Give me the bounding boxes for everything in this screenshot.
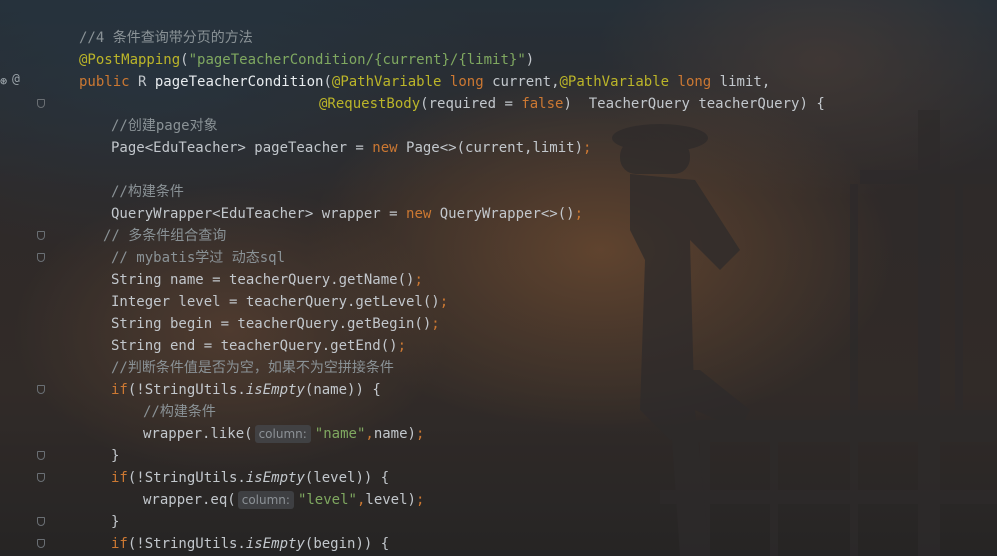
code-line[interactable]: String begin = teacherQuery.getBegin();: [111, 313, 440, 335]
code-line[interactable]: @PostMapping("pageTeacherCondition/{curr…: [79, 49, 534, 71]
code-token: name): [373, 426, 416, 442]
parameter-hint: column:: [254, 425, 311, 443]
code-line[interactable]: }: [111, 445, 119, 467]
code-token: @PathVariable: [559, 74, 678, 90]
code-token: (: [180, 52, 189, 68]
code-token: @PostMapping: [79, 52, 181, 68]
code-line[interactable]: QueryWrapper<EduTeacher> wrapper = new Q…: [111, 203, 583, 225]
code-token: (required =: [420, 96, 522, 112]
code-token: ,: [365, 426, 374, 442]
code-token: if: [111, 536, 128, 552]
code-line[interactable]: //4 条件查询带分页的方法: [79, 27, 253, 49]
code-token: //构建条件: [111, 184, 184, 200]
code-token: "name": [314, 426, 366, 442]
code-token: ) TeacherQuery teacherQuery) {: [563, 96, 825, 112]
code-token: new: [406, 206, 440, 222]
code-token: if: [111, 382, 128, 398]
code-token: level): [365, 492, 416, 508]
code-line[interactable]: Integer level = teacherQuery.getLevel();: [111, 291, 448, 313]
code-token: }: [111, 514, 120, 530]
code-token: current,: [492, 74, 560, 90]
code-token: wrapper.eq(: [143, 492, 236, 508]
code-token: Page<EduTeacher> pageTeacher =: [111, 140, 373, 156]
code-token: false: [521, 96, 564, 112]
code-token: // mybatis学过 动态sql: [111, 250, 286, 266]
code-token: (!StringUtils.: [127, 382, 246, 398]
code-token: public: [79, 74, 139, 90]
code-token: isEmpty: [245, 536, 305, 552]
code-token: ;: [397, 338, 407, 354]
code-line[interactable]: wrapper.eq(column: "level",level);: [143, 489, 424, 511]
code-token: //4 条件查询带分页的方法: [79, 30, 253, 46]
code-token: @PathVariable: [331, 74, 450, 90]
code-token: (: [323, 74, 332, 90]
code-line[interactable]: @RequestBody(required = false) TeacherQu…: [319, 93, 825, 115]
code-line[interactable]: if(!StringUtils.isEmpty(begin)) {: [111, 533, 389, 555]
code-line[interactable]: //判断条件值是否为空，如果不为空拼接条件: [111, 357, 394, 379]
code-line[interactable]: public R pageTeacherCondition(@PathVaria…: [79, 71, 770, 93]
code-token: long: [677, 74, 720, 90]
code-token: QueryWrapper<EduTeacher> wrapper =: [111, 206, 407, 222]
code-token: new: [372, 140, 407, 156]
code-token: isEmpty: [245, 382, 305, 398]
code-token: ;: [583, 140, 592, 156]
code-token: R: [138, 74, 155, 90]
code-token: ;: [415, 426, 425, 442]
code-token: ;: [431, 316, 440, 332]
code-line[interactable]: Page<EduTeacher> pageTeacher = new Page<…: [111, 137, 591, 159]
code-token: QueryWrapper<>(): [439, 206, 575, 222]
code-token: Page<>(current,limit): [406, 140, 584, 156]
code-token: (level)) {: [304, 470, 390, 486]
code-line[interactable]: // mybatis学过 动态sql: [111, 247, 285, 269]
code-token: (begin)) {: [304, 536, 390, 552]
code-line[interactable]: //构建条件: [111, 181, 184, 203]
code-token: String name = teacherQuery.getName(): [111, 272, 415, 288]
code-token: wrapper.like(: [143, 426, 253, 442]
code-token: "level": [297, 492, 357, 508]
code-token: Integer level = teacherQuery.getLevel(): [111, 294, 440, 310]
code-token: "pageTeacherCondition/{current}/{limit}": [188, 52, 526, 68]
code-token: ;: [574, 206, 584, 222]
code-token: ): [525, 52, 535, 68]
code-token: //构建条件: [143, 404, 216, 420]
code-token: @RequestBody: [319, 96, 421, 112]
code-line[interactable]: String end = teacherQuery.getEnd();: [111, 335, 406, 357]
code-token: isEmpty: [245, 470, 305, 486]
code-token: (!StringUtils.: [127, 536, 246, 552]
code-token: ;: [439, 294, 449, 310]
code-token: String end = teacherQuery.getEnd(): [111, 338, 398, 354]
code-editor[interactable]: //4 条件查询带分页的方法 @PostMapping("pageTeacherC…: [0, 0, 997, 556]
code-line[interactable]: if(!StringUtils.isEmpty(name)) {: [111, 379, 381, 401]
code-line[interactable]: if(!StringUtils.isEmpty(level)) {: [111, 467, 389, 489]
code-token: //创建page对象: [111, 118, 218, 134]
code-line[interactable]: wrapper.like(column: "name",name);: [143, 423, 424, 445]
code-line[interactable]: }: [111, 511, 119, 533]
parameter-hint: column:: [237, 491, 294, 509]
code-token: ;: [415, 492, 425, 508]
code-token: }: [111, 448, 120, 464]
code-token: (name)) {: [304, 382, 381, 398]
code-line[interactable]: String name = teacherQuery.getName();: [111, 269, 423, 291]
code-token: long: [449, 74, 493, 90]
code-token: //判断条件值是否为空，如果不为空拼接条件: [111, 360, 394, 376]
code-token: ;: [414, 272, 423, 288]
code-line[interactable]: // 多条件组合查询: [103, 225, 226, 247]
code-token: (!StringUtils.: [127, 470, 246, 486]
code-token: // 多条件组合查询: [103, 228, 227, 244]
code-line[interactable]: //创建page对象: [111, 115, 218, 137]
code-token: limit,: [719, 74, 771, 90]
code-line[interactable]: //构建条件: [143, 401, 216, 423]
code-token: String begin = teacherQuery.getBegin(): [111, 316, 432, 332]
code-token: if: [111, 470, 128, 486]
code-token: pageTeacherCondition: [154, 74, 324, 90]
